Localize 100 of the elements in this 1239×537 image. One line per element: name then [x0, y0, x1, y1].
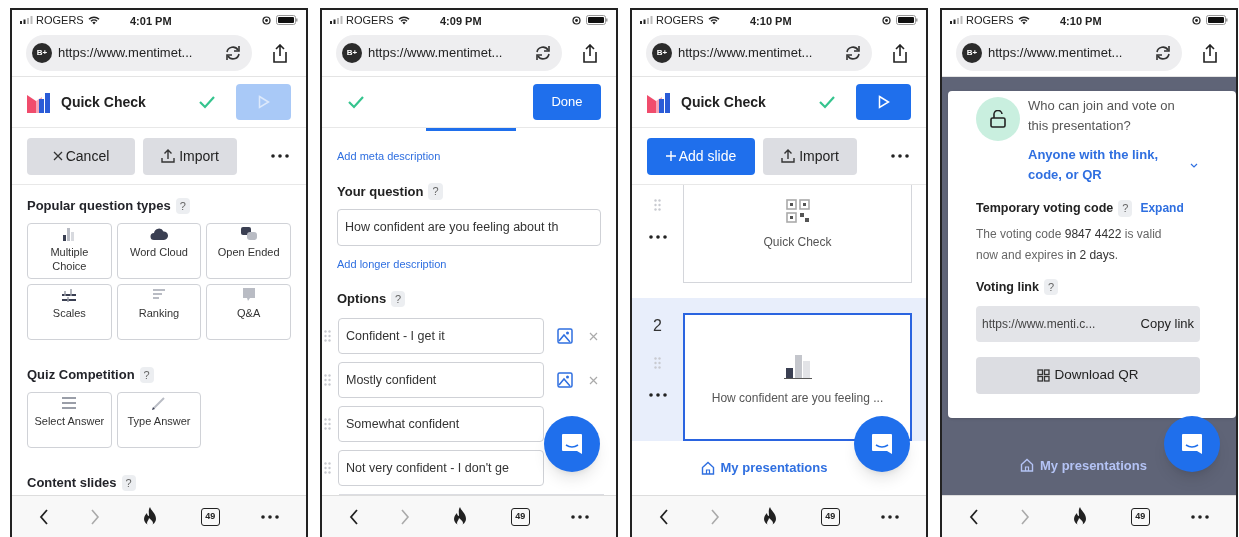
more-icon[interactable] [648, 235, 667, 239]
chat-button[interactable] [854, 416, 910, 472]
question-field[interactable]: How confident are you feeling about th [337, 208, 601, 246]
address-bar[interactable]: B+ https://www.mentimet... [646, 35, 872, 71]
reload-icon[interactable] [534, 45, 552, 61]
access-value: Anyone with the link, code, or QR [1028, 146, 1159, 184]
slide-card[interactable]: Quick Check [683, 185, 912, 283]
more-icon[interactable] [261, 514, 280, 519]
chat-bubble-icon [560, 432, 584, 456]
more-icon[interactable] [1191, 514, 1210, 519]
help-badge[interactable]: ? [391, 290, 406, 308]
reload-icon[interactable] [844, 45, 862, 61]
download-qr-button[interactable]: Download QR [976, 356, 1200, 394]
logo-icon [647, 91, 671, 113]
description-link[interactable]: Add longer description [337, 255, 447, 272]
add-slide-button[interactable]: Add slide [647, 137, 755, 175]
more-icon[interactable] [881, 514, 900, 519]
question-type-tile[interactable]: Ranking [116, 284, 202, 340]
access-dropdown[interactable]: Anyone with the link, code, or QR [1028, 145, 1198, 185]
image-icon[interactable] [557, 372, 573, 388]
question-type-tile[interactable]: Q&A [206, 284, 291, 340]
clock-text: 4:09 PM [440, 14, 482, 29]
profile-badge[interactable]: B+ [652, 43, 672, 63]
logo-icon [27, 91, 51, 113]
drag-handle-icon[interactable] [654, 357, 661, 369]
voting-code-text: The voting code 9847 4422 is valid now and expires in 2 days. [976, 225, 1163, 264]
help-badge[interactable]: ? [139, 366, 154, 384]
share-icon[interactable] [272, 43, 288, 63]
cloud-icon [150, 226, 168, 242]
cancel-button[interactable]: Cancel [27, 137, 135, 175]
tabs-button[interactable]: 49 [510, 507, 530, 526]
slide-card[interactable]: How confident are you feeling ... [683, 313, 912, 441]
drag-handle-icon[interactable] [324, 330, 331, 342]
back-icon[interactable] [968, 508, 979, 525]
voting-link-field[interactable]: https://www.menti.c... Copy link [976, 305, 1200, 342]
clock-text: 4:01 PM [130, 14, 172, 29]
meta-description-link[interactable]: Add meta description [337, 148, 441, 165]
battery-icon [276, 15, 298, 25]
present-button[interactable] [856, 84, 911, 120]
help-badge[interactable]: ? [175, 197, 190, 215]
option-field[interactable]: Mostly confident [338, 362, 544, 398]
signal-icon [330, 16, 343, 24]
address-bar[interactable]: B+ https://www.mentimet... [26, 35, 252, 71]
speech-bubbles-icon [239, 226, 258, 242]
question-type-tile[interactable]: Multiple Choice [27, 223, 112, 279]
expand-link[interactable]: Expand [1140, 199, 1184, 218]
plus-icon [665, 151, 676, 161]
help-badge[interactable]: ? [1118, 200, 1133, 217]
more-icon[interactable] [891, 154, 909, 158]
option-field[interactable]: Not very confident - I don't ge [338, 450, 544, 486]
question-type-tile[interactable]: Select Answer [27, 392, 112, 448]
drag-handle-icon[interactable] [324, 418, 331, 430]
section-title: Quiz Competition [27, 366, 135, 385]
question-type-tile[interactable]: Scales [27, 284, 112, 340]
profile-badge[interactable]: B+ [32, 43, 52, 63]
share-icon[interactable] [892, 43, 908, 63]
back-icon[interactable] [38, 508, 49, 525]
home-icon [700, 461, 715, 475]
address-bar[interactable]: B+ https://www.mentimet... [336, 35, 562, 71]
slide-number: 2 [653, 317, 662, 335]
reload-icon[interactable] [224, 45, 242, 61]
selected-slide-row[interactable]: 2 How confident are you feeling ... [632, 298, 926, 441]
question-type-tile[interactable]: Open Ended [206, 223, 291, 279]
more-icon[interactable] [271, 154, 289, 158]
share-icon[interactable] [1202, 43, 1218, 63]
drag-handle-icon[interactable] [324, 462, 331, 474]
chat-bubble-icon [1180, 432, 1204, 456]
import-button[interactable]: Import [763, 137, 857, 175]
back-icon[interactable] [348, 508, 359, 525]
back-icon[interactable] [658, 508, 669, 525]
tabs-button[interactable]: 49 [200, 507, 220, 526]
help-badge[interactable]: ? [428, 183, 443, 200]
tabs-button[interactable]: 49 [1130, 507, 1150, 526]
carrier-text: ROGERS [346, 12, 394, 28]
share-icon[interactable] [582, 43, 598, 63]
voting-link-url: https://www.menti.c... [982, 315, 1096, 333]
list-icon [60, 395, 79, 411]
option-field[interactable]: Somewhat confident [338, 406, 544, 442]
drag-handle-icon[interactable] [324, 374, 331, 386]
copy-link-button[interactable]: Copy link [1140, 313, 1194, 334]
option-field[interactable]: Confident - I get it [338, 318, 544, 354]
done-button[interactable]: Done [533, 84, 601, 120]
profile-badge[interactable]: B+ [342, 43, 362, 63]
reload-icon[interactable] [1154, 45, 1172, 61]
drag-handle-icon[interactable] [654, 199, 661, 211]
chat-button[interactable] [544, 416, 600, 472]
my-presentations-link[interactable]: My presentations [700, 458, 828, 478]
question-type-tile[interactable]: Word Cloud [116, 223, 202, 279]
import-button[interactable]: Import [143, 137, 237, 175]
tabs-button[interactable]: 49 [820, 507, 840, 526]
address-bar[interactable]: B+ https://www.mentimet... [956, 35, 1182, 71]
clock-text: 4:10 PM [750, 14, 792, 29]
help-badge[interactable]: ? [1043, 278, 1059, 296]
help-badge[interactable]: ? [121, 474, 136, 492]
image-icon[interactable] [557, 328, 573, 344]
question-type-tile[interactable]: Type Answer [116, 392, 202, 448]
more-icon[interactable] [648, 393, 667, 397]
pencil-icon [150, 395, 168, 411]
more-icon[interactable] [571, 514, 590, 519]
profile-badge[interactable]: B+ [962, 43, 982, 63]
